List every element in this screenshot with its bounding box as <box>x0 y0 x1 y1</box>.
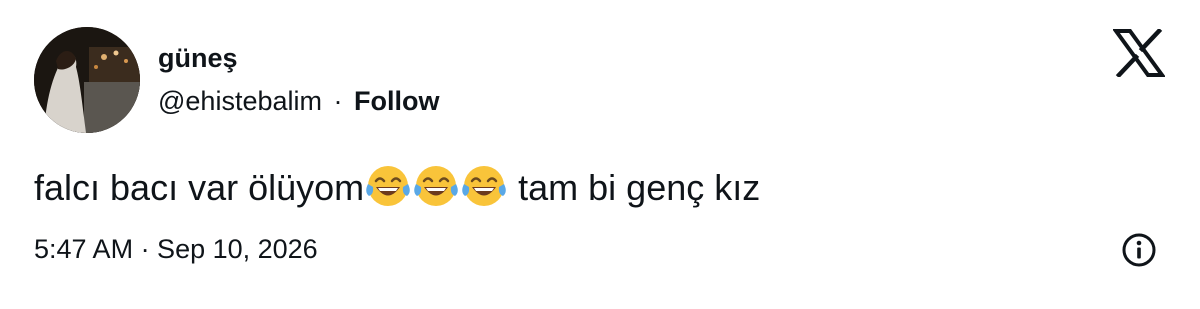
follow-button[interactable]: Follow <box>354 86 439 116</box>
face-with-tears-of-joy-icon <box>462 166 506 206</box>
avatar[interactable] <box>34 27 140 133</box>
tweet-timestamp[interactable]: 5:47 AM · Sep 10, 2026 <box>34 231 318 267</box>
tweet-card: güneş @ehistebalim · Follow falcı bacı v… <box>0 0 1200 309</box>
tweet-text-tail: tam bi genç kız <box>508 167 761 208</box>
handle-row: @ehistebalim · Follow <box>158 83 440 119</box>
user-handle[interactable]: @ehistebalim <box>158 86 322 116</box>
display-name[interactable]: güneş <box>158 40 238 76</box>
tweet-text: falcı bacı var ölüyom tam bi genç kız <box>34 162 760 212</box>
avatar-photo <box>34 27 140 133</box>
tweet-text-main: falcı bacı var ölüyom <box>34 167 365 208</box>
face-with-tears-of-joy-icon <box>414 166 458 206</box>
face-with-tears-of-joy-icon <box>366 166 410 206</box>
x-logo-icon[interactable] <box>1113 29 1165 77</box>
separator-dot: · <box>333 86 343 116</box>
info-icon[interactable] <box>1121 232 1157 268</box>
